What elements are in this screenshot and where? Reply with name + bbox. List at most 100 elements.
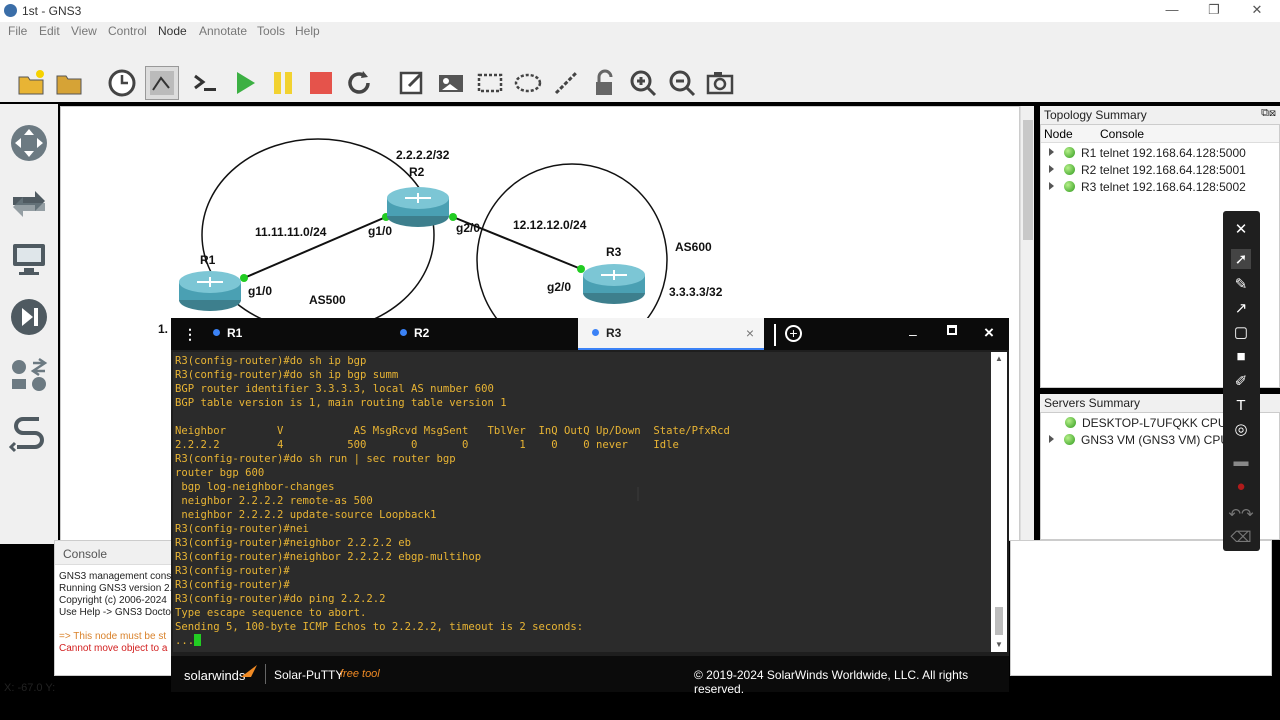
text-icon[interactable]: T <box>1231 395 1251 415</box>
console-all-icon[interactable] <box>188 66 222 100</box>
draw-line-icon[interactable] <box>549 66 583 100</box>
eraser-icon[interactable]: ◎ <box>1231 419 1251 439</box>
tab-label: R1 <box>227 326 243 340</box>
restore-button[interactable]: ❐ <box>1194 2 1234 20</box>
tab-r1[interactable]: R1 <box>199 318 379 350</box>
menu-edit[interactable]: Edit <box>39 24 60 38</box>
pointer-icon[interactable]: ➚ <box>1231 249 1251 269</box>
expand-arrow-icon[interactable] <box>1049 148 1054 156</box>
gns3-app-icon <box>4 4 17 17</box>
expand-arrow-icon[interactable] <box>1049 435 1054 443</box>
putty-footer: solarwinds Solar-PuTTY free tool © 2019-… <box>171 656 1009 696</box>
all-devices-icon[interactable] <box>6 352 52 398</box>
start-all-icon[interactable] <box>228 66 262 100</box>
topology-row-r2[interactable]: R2 telnet 192.168.64.128:5001 <box>1049 163 1246 179</box>
highlighter-icon[interactable]: ✐ <box>1231 371 1251 391</box>
putty-close-icon[interactable]: × <box>984 323 994 343</box>
menu-control[interactable]: Control <box>108 24 147 38</box>
menu-node[interactable]: Node <box>158 24 187 38</box>
color-picker-icon[interactable]: ● <box>1231 476 1251 496</box>
add-note-icon[interactable] <box>395 66 429 100</box>
terminal-scrollbar[interactable]: ▲ ▼ <box>991 352 1007 652</box>
panel-float-close-icon[interactable]: ⧉⊠ <box>1261 107 1276 120</box>
snapshot-clock-icon[interactable] <box>105 66 139 100</box>
add-link-icon[interactable] <box>6 410 52 456</box>
server-status-icon <box>1064 434 1075 445</box>
terminal-line: R3(config-router)#neighbor 2.2.2.2 ebgp-… <box>175 551 482 563</box>
rectangle-filled-icon[interactable]: ■ <box>1231 346 1251 366</box>
menu-annotate[interactable]: Annotate <box>199 24 247 38</box>
pen-icon[interactable]: ✎ <box>1231 274 1251 294</box>
new-project-icon[interactable] <box>14 66 48 100</box>
node-label-r3: R3 <box>606 245 622 259</box>
terminal-scroll-thumb[interactable] <box>995 607 1003 635</box>
menu-help[interactable]: Help <box>295 24 320 38</box>
node-name: R3 <box>1081 180 1097 194</box>
zoom-out-icon[interactable] <box>665 66 699 100</box>
show-interface-labels-icon[interactable] <box>145 66 179 100</box>
zoom-in-icon[interactable] <box>626 66 660 100</box>
server-row-vm[interactable]: GNS3 VM (GNS3 VM) CPU 4( <box>1049 433 1243 449</box>
arrow-icon[interactable]: ↗ <box>1231 298 1251 318</box>
putty-menu-icon[interactable]: ⋮ <box>183 326 197 343</box>
rectangle-outline-icon[interactable]: ▢ <box>1231 322 1251 342</box>
scroll-up-icon[interactable]: ▲ <box>995 354 1003 363</box>
terminal-line: neighbor 2.2.2.2 update-source Loopback1 <box>175 509 437 521</box>
menu-view[interactable]: View <box>71 24 97 38</box>
clear-icon[interactable]: ⌫ <box>1230 527 1251 547</box>
r2-g1-interface-label: g1/0 <box>368 224 393 238</box>
lock-icon[interactable] <box>588 66 622 100</box>
menu-file[interactable]: File <box>8 24 27 38</box>
stop-all-icon[interactable] <box>304 66 338 100</box>
canvas-vertical-scrollbar[interactable] <box>1020 106 1034 541</box>
close-window-button[interactable]: ✕ <box>1237 2 1277 20</box>
r1-loopback-label: 1. <box>158 322 169 336</box>
switches-icon[interactable] <box>6 178 52 224</box>
insert-picture-icon[interactable] <box>434 66 468 100</box>
topology-row-r1[interactable]: R1 telnet 192.168.64.128:5000 <box>1049 146 1246 162</box>
column-console[interactable]: Console <box>1100 127 1144 141</box>
screenshot-camera-icon[interactable] <box>703 66 737 100</box>
scrollbar-thumb[interactable] <box>1023 120 1033 240</box>
terminal-line: bgp log-neighbor-changes <box>175 481 335 493</box>
link-endpoint-dot <box>449 213 457 221</box>
draw-rectangle-icon[interactable] <box>473 66 507 100</box>
suspend-all-icon[interactable] <box>266 66 300 100</box>
putty-minimize-icon[interactable]: – <box>909 326 917 342</box>
topology-row-r3[interactable]: R3 telnet 192.168.64.128:5002 <box>1049 180 1246 196</box>
draw-ellipse-icon[interactable] <box>511 66 545 100</box>
security-devices-icon[interactable] <box>6 294 52 340</box>
status-running-icon <box>1064 147 1075 158</box>
title-bar: 1st - GNS3 — ❐ ✕ <box>0 0 1280 22</box>
terminal-output[interactable]: R3(config-router)#do sh ip bgp R3(config-… <box>173 352 991 652</box>
scroll-down-icon[interactable]: ▼ <box>995 640 1003 649</box>
terminal-line: R3(config-router)#do ping 2.2.2.2 <box>175 593 386 605</box>
solarwinds-logo: solarwinds <box>184 668 246 683</box>
terminal-line: R3(config-router)# <box>175 579 290 591</box>
end-devices-icon[interactable] <box>6 236 52 282</box>
tab-close-icon[interactable]: × <box>746 325 754 341</box>
tab-r2[interactable]: R2 <box>386 318 566 350</box>
column-node[interactable]: Node <box>1044 127 1073 141</box>
minimize-button[interactable]: — <box>1152 2 1192 20</box>
expand-arrow-icon[interactable] <box>1049 182 1054 190</box>
node-console: telnet 192.168.64.128:5000 <box>1099 146 1246 160</box>
node-label-r1: R1 <box>200 253 216 267</box>
new-tab-icon[interactable]: + <box>785 325 802 342</box>
putty-maximize-icon[interactable] <box>947 325 957 335</box>
menu-tools[interactable]: Tools <box>257 24 285 38</box>
status-running-icon <box>1064 181 1075 192</box>
close-icon[interactable]: ✕ <box>1231 219 1251 239</box>
reload-all-icon[interactable] <box>342 66 376 100</box>
routers-icon[interactable] <box>6 120 52 166</box>
line-width-icon[interactable]: ▬ <box>1231 451 1251 471</box>
tab-r3[interactable]: R3 × <box>578 318 764 350</box>
as600-label: AS600 <box>675 240 712 254</box>
text-cursor-icon <box>637 487 639 501</box>
terminal-line: Sending 5, 100-byte ICMP Echos to 2.2.2.… <box>175 621 584 633</box>
open-project-icon[interactable] <box>52 66 86 100</box>
terminal-line: router bgp 600 <box>175 467 265 479</box>
undo-redo-icon[interactable]: ↶↷ <box>1228 504 1253 524</box>
ping-progress: ... <box>175 635 195 647</box>
expand-arrow-icon[interactable] <box>1049 165 1054 173</box>
